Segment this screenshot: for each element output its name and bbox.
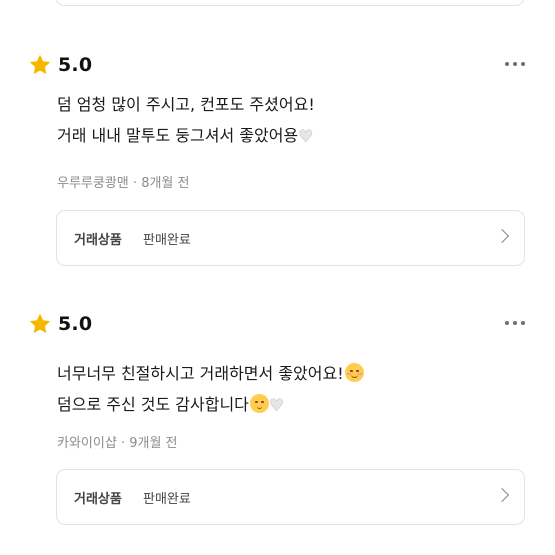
product-card[interactable]: 거래상품 판매완료 [56,210,525,266]
previous-product-card[interactable] [56,0,524,6]
review-time: 9개월 전 [129,436,178,451]
rating-score: 5.0 [58,313,93,335]
review-item: 5.0 너무너무 친절하시고 거래하면서 좋았어요! 덤으로 주신 것도 감사합… [0,310,555,530]
star-icon [29,313,51,333]
review-text: 너무너무 친절하시고 거래하면서 좋았어요! 덤으로 주신 것도 감사합니다 ♥ [57,358,364,422]
product-label: 거래상품 [74,233,122,248]
product-card[interactable]: 거래상품 판매완료 [56,469,525,525]
product-status: 판매완료 [143,492,191,507]
meta-separator: · [120,436,126,451]
product-status: 판매완료 [143,233,191,248]
chevron-right-icon [494,487,510,503]
star-icon [29,54,51,74]
review-meta: 카와이이샵 · 9개월 전 [57,432,178,451]
review-text-line: 거래 내내 말투도 둥그셔서 좋았어용 [57,126,299,145]
chevron-right-icon [494,228,510,244]
pleading-face-icon [249,394,269,413]
more-icon[interactable] [505,321,525,325]
review-text-line: 덤으로 주신 것도 감사합니다 [57,395,249,414]
smiling-face-icon [344,363,364,382]
review-text-line: 너무너무 친절하시고 거래하면서 좋았어요! [57,364,344,383]
rating-row: 5.0 [28,51,92,79]
review-meta: 우루루쿵쾅맨 · 8개월 전 [57,172,189,191]
white-heart-icon: ♥ [268,396,285,417]
rating-row: 5.0 [28,310,92,338]
review-item: 5.0 덤 엄청 많이 주시고, 컨포도 주셨어요! 거래 내내 말투도 둥그셔… [0,51,555,271]
review-time: 8개월 전 [141,176,190,191]
reviewer-name: 카와이이샵 [57,436,117,451]
review-text: 덤 엄청 많이 주시고, 컨포도 주셨어요! 거래 내내 말투도 둥그셔서 좋았… [57,89,315,153]
meta-separator: · [132,176,138,191]
rating-score: 5.0 [58,54,93,76]
more-icon[interactable] [505,62,525,66]
white-heart-icon: ♥ [298,127,314,148]
review-list-screen: 5.0 덤 엄청 많이 주시고, 컨포도 주셨어요! 거래 내내 말투도 둥그셔… [0,0,555,555]
review-text-line: 덤 엄청 많이 주시고, 컨포도 주셨어요! [57,95,315,114]
reviewer-name: 우루루쿵쾅맨 [57,176,129,191]
product-label: 거래상품 [74,492,122,507]
